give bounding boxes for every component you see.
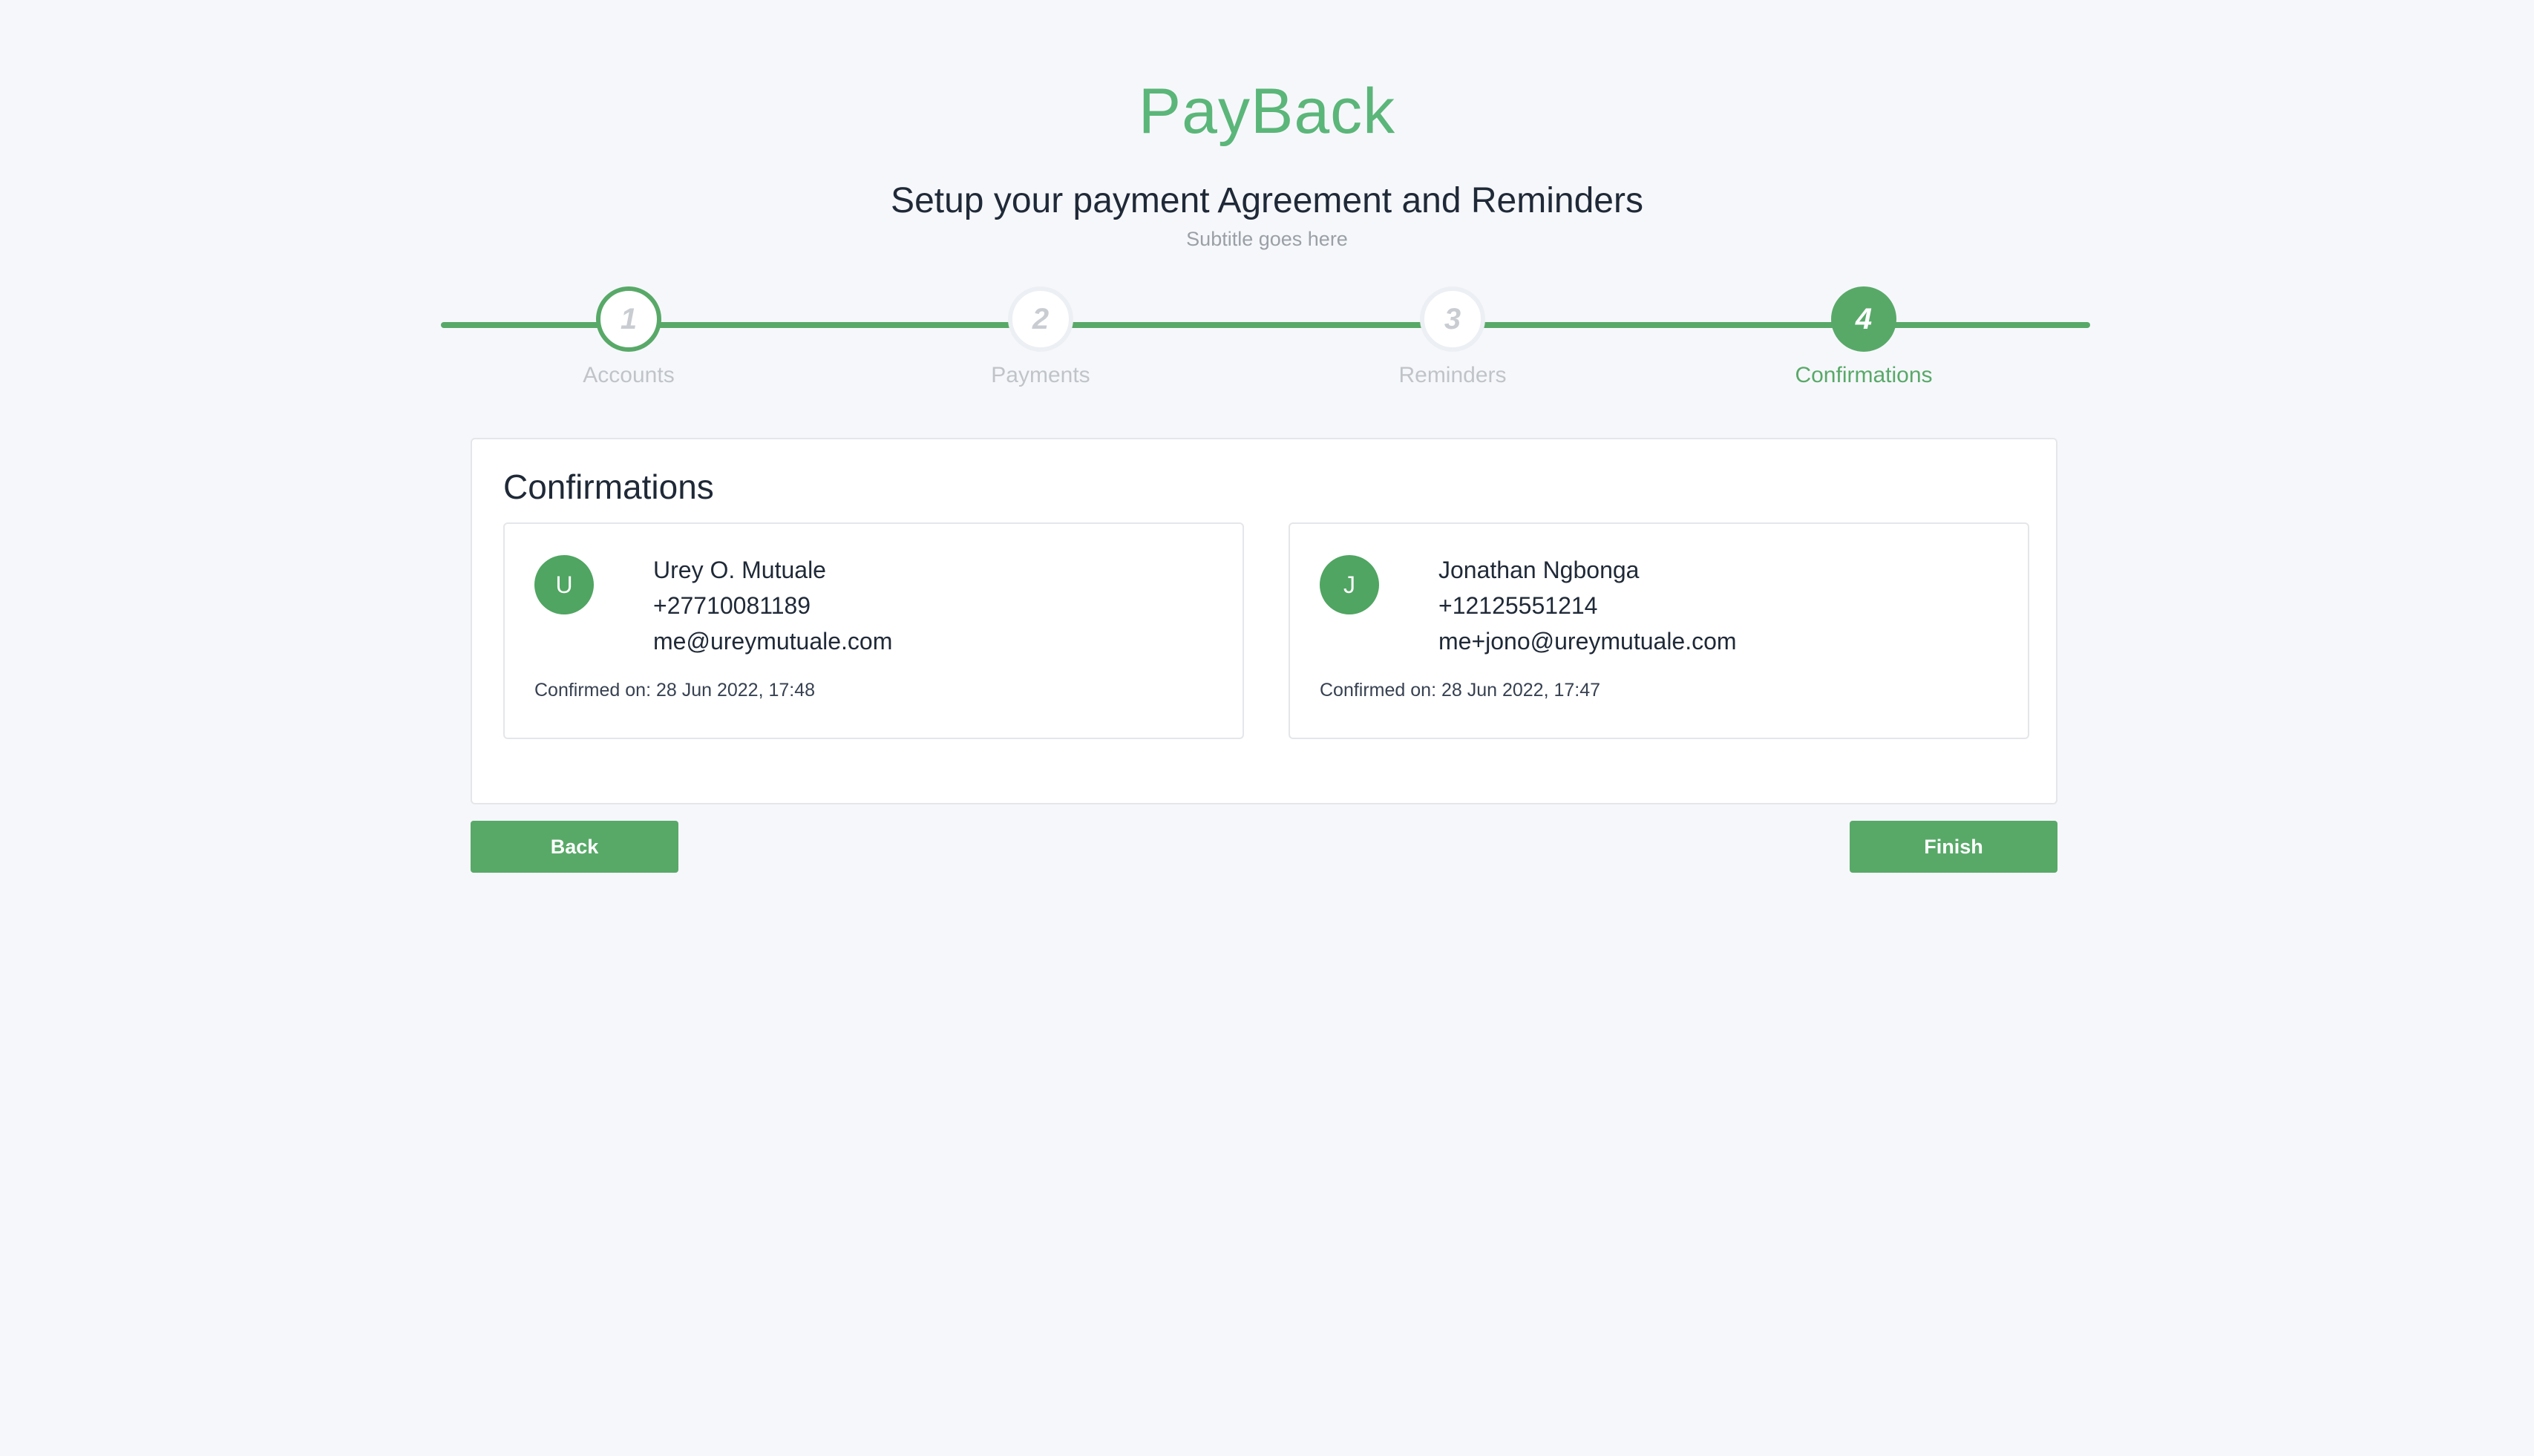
step-label-confirmations: Confirmations: [1795, 363, 1933, 387]
step-label-reminders: Reminders: [1398, 363, 1507, 387]
confirmations-card: Confirmations U Urey O. Mutuale +2771008…: [471, 438, 2057, 804]
step-confirmations[interactable]: 4 Confirmations: [1752, 286, 1975, 392]
page-title: Setup your payment Agreement and Reminde…: [891, 181, 1643, 220]
contact-phone: +27710081189: [653, 592, 811, 619]
confirmed-timestamp: Confirmed on: 28 Jun 2022, 17:48: [534, 680, 816, 701]
step-accounts[interactable]: 1 Accounts: [517, 286, 740, 392]
page-subtitle: Subtitle goes here: [1186, 228, 1348, 250]
step-circle-2[interactable]: 2: [1008, 286, 1073, 352]
step-circle-4[interactable]: 4: [1831, 286, 1896, 352]
avatar: J: [1320, 555, 1379, 614]
step-reminders[interactable]: 3 Reminders: [1341, 286, 1564, 392]
step-label-payments: Payments: [991, 363, 1090, 387]
confirmed-timestamp: Confirmed on: 28 Jun 2022, 17:47: [1320, 680, 1601, 701]
progress-stepper: 1 Accounts 2 Payments 3 Reminders 4 Conf…: [441, 286, 2090, 398]
contact-info: Urey O. Mutuale +27710081189 me@ureymutu…: [653, 552, 892, 659]
step-label-accounts: Accounts: [583, 363, 675, 387]
contact-info: Jonathan Ngbonga +12125551214 me+jono@ur…: [1438, 552, 1737, 659]
contact-phone: +12125551214: [1438, 592, 1598, 619]
step-circle-3[interactable]: 3: [1420, 286, 1485, 352]
avatar: U: [534, 555, 594, 614]
step-circle-1[interactable]: 1: [596, 286, 661, 352]
step-payments[interactable]: 2 Payments: [929, 286, 1152, 392]
back-button[interactable]: Back: [471, 821, 678, 873]
contact-email: me@ureymutuale.com: [653, 628, 893, 655]
finish-button[interactable]: Finish: [1850, 821, 2057, 873]
contact-card: J Jonathan Ngbonga +12125551214 me+jono@…: [1289, 522, 2029, 739]
brand-logo-text: PayBack: [1138, 76, 1396, 147]
contact-name: Urey O. Mutuale: [653, 557, 826, 583]
confirmations-title: Confirmations: [503, 468, 714, 506]
contact-email: me+jono@ureymutuale.com: [1438, 628, 1737, 655]
contact-card: U Urey O. Mutuale +27710081189 me@ureymu…: [503, 522, 1244, 739]
contact-name: Jonathan Ngbonga: [1438, 557, 1640, 583]
